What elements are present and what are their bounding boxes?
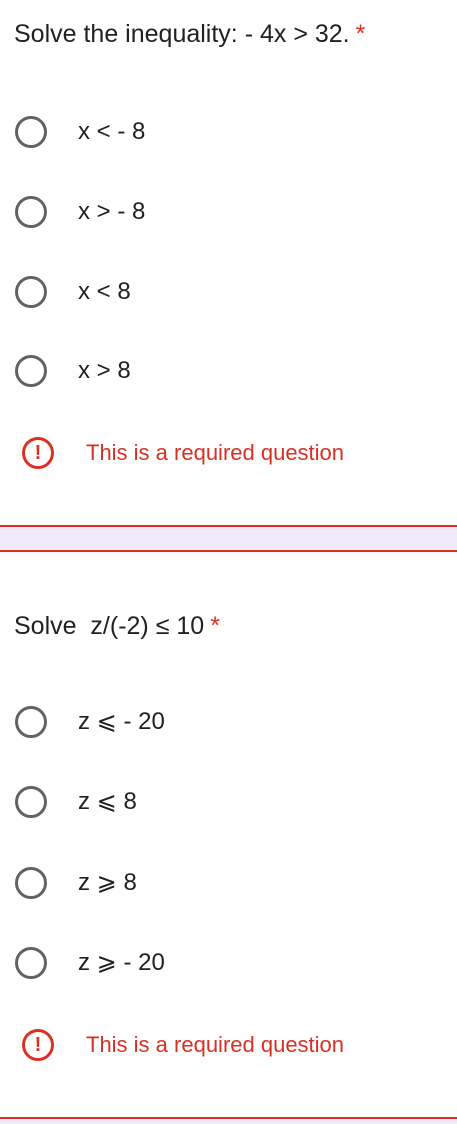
option-z-le-8[interactable]: z ⩽ 8: [0, 773, 457, 837]
question-title: Solve z/(-2) ≤ 10 *: [14, 611, 220, 641]
option-label: z ⩾ - 20: [78, 949, 165, 976]
question-title-text: Solve z/(-2) ≤ 10: [14, 612, 205, 640]
option-z-ge-8[interactable]: z ⩾ 8: [0, 854, 457, 918]
error-icon: !: [22, 1029, 54, 1061]
option-z-ge-minus-20[interactable]: z ⩾ - 20: [0, 934, 457, 998]
option-label: x < 8: [78, 278, 131, 305]
option-x-greater-than-8[interactable]: x > 8: [0, 342, 457, 406]
required-error: ! This is a required question: [0, 434, 457, 474]
option-label: x > 8: [78, 357, 131, 384]
option-x-greater-than-minus-8[interactable]: x > - 8: [0, 183, 457, 247]
radio-button[interactable]: [15, 355, 47, 387]
option-label: z ⩾ 8: [78, 869, 137, 896]
required-asterisk: *: [210, 612, 220, 640]
section-divider: [0, 525, 457, 552]
question-card-1: Solve the inequality: - 4x > 32. * x < - …: [0, 0, 457, 525]
question-card-2: Solve z/(-2) ≤ 10 * z ⩽ - 20 z ⩽ 8 z ⩾ 8 …: [0, 552, 457, 1118]
option-label: z ⩽ - 20: [78, 708, 165, 735]
radio-button[interactable]: [15, 786, 47, 818]
section-divider: [0, 1119, 457, 1124]
option-label: x > - 8: [78, 198, 146, 225]
error-text: This is a required question: [86, 1032, 345, 1057]
required-asterisk: *: [355, 20, 366, 48]
option-label: x < - 8: [78, 118, 146, 145]
radio-button[interactable]: [15, 947, 47, 979]
radio-button[interactable]: [15, 116, 47, 148]
question-title: Solve the inequality: - 4x > 32. *: [14, 19, 365, 49]
error-icon: !: [22, 437, 54, 469]
radio-button[interactable]: [15, 706, 47, 738]
radio-button[interactable]: [15, 867, 47, 899]
radio-button[interactable]: [15, 276, 47, 308]
option-label: z ⩽ 8: [78, 788, 137, 815]
option-x-less-than-minus-8[interactable]: x < - 8: [0, 103, 457, 167]
option-z-le-minus-20[interactable]: z ⩽ - 20: [0, 693, 457, 757]
required-error: ! This is a required question: [0, 1026, 457, 1066]
error-text: This is a required question: [86, 440, 345, 465]
option-x-less-than-8[interactable]: x < 8: [0, 263, 457, 327]
question-title-text: Solve the inequality: - 4x > 32.: [14, 20, 350, 48]
radio-button[interactable]: [15, 196, 47, 228]
